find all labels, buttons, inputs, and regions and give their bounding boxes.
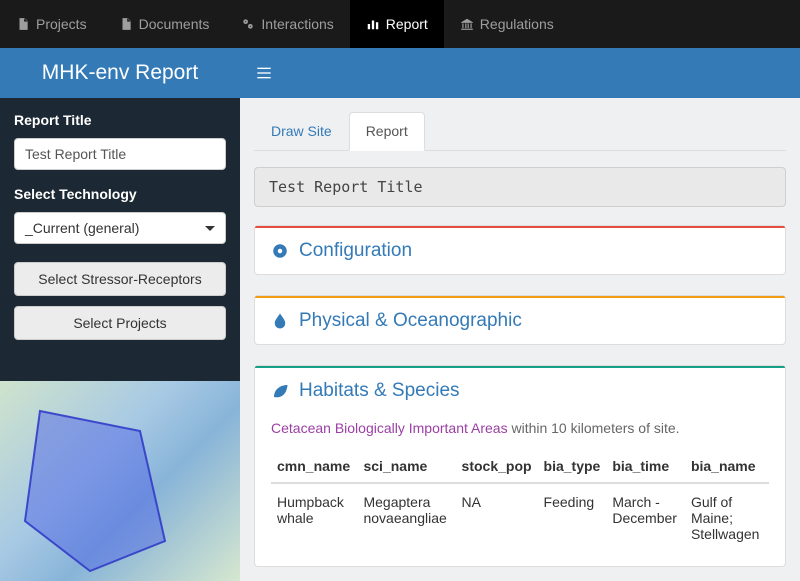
cell-stock-pop: NA	[456, 483, 538, 552]
leaf-icon	[271, 382, 289, 400]
topnav-label: Report	[386, 16, 428, 32]
tabs: Draw Site Report	[254, 112, 786, 151]
table-row: Humpback whale Megaptera novaeangliae NA…	[271, 483, 769, 552]
technology-select[interactable]: _Current (general)	[14, 212, 226, 244]
cell-sci-name: Megaptera novaeangliae	[357, 483, 455, 552]
section-configuration: Configuration	[254, 225, 786, 275]
topnav: Projects Documents Interactions Report R…	[0, 0, 800, 48]
file-icon	[119, 17, 133, 31]
technology-selected: _Current (general)	[25, 220, 139, 236]
topnav-label: Interactions	[261, 16, 333, 32]
tab-draw-site[interactable]: Draw Site	[254, 112, 349, 150]
bia-description: Cetacean Biologically Important Areas wi…	[271, 420, 769, 436]
section-title: Habitats & Species	[299, 380, 460, 402]
section-title: Configuration	[299, 240, 412, 262]
section-physical-header[interactable]: Physical & Oceanographic	[255, 298, 785, 344]
col-cmn-name: cmn_name	[271, 450, 357, 483]
topnav-interactions[interactable]: Interactions	[225, 0, 349, 48]
topnav-documents[interactable]: Documents	[103, 0, 226, 48]
cell-bia-time: March - December	[606, 483, 685, 552]
chevron-down-icon	[205, 226, 215, 231]
section-habitats-header[interactable]: Habitats & Species	[255, 368, 785, 414]
col-bia-time: bia_time	[606, 450, 685, 483]
cell-bia-type: Feeding	[538, 483, 607, 552]
map-polygon	[20, 401, 200, 581]
cell-bia-name: Gulf of Maine; Stellwagen	[685, 483, 769, 552]
select-stressor-receptors-button[interactable]: Select Stressor-Receptors	[14, 262, 226, 296]
cell-cmn-name: Humpback whale	[271, 483, 357, 552]
section-title: Physical & Oceanographic	[299, 310, 522, 332]
bia-table: cmn_name sci_name stock_pop bia_type bia…	[271, 450, 769, 552]
col-bia-name: bia_name	[685, 450, 769, 483]
chart-icon	[366, 17, 380, 31]
col-sci-name: sci_name	[357, 450, 455, 483]
topnav-label: Regulations	[480, 16, 554, 32]
section-habitats-body: Cetacean Biologically Important Areas wi…	[255, 414, 785, 566]
report-title-label: Report Title	[14, 112, 226, 128]
topnav-report[interactable]: Report	[350, 0, 444, 48]
map-thumbnail[interactable]	[0, 381, 240, 581]
tab-report[interactable]: Report	[349, 112, 425, 151]
topnav-regulations[interactable]: Regulations	[444, 0, 570, 48]
subheader: MHK-env Report	[0, 48, 800, 98]
bank-icon	[460, 17, 474, 31]
col-stock-pop: stock_pop	[456, 450, 538, 483]
main-panel: Draw Site Report Test Report Title Confi…	[240, 98, 800, 581]
topnav-label: Projects	[36, 16, 87, 32]
gears-icon	[241, 17, 255, 31]
section-configuration-header[interactable]: Configuration	[255, 228, 785, 274]
app-title: MHK-env Report	[0, 61, 240, 85]
report-title-input[interactable]	[14, 138, 226, 170]
gear-icon	[271, 242, 289, 260]
droplet-icon	[271, 312, 289, 330]
bia-link[interactable]: Cetacean Biologically Important Areas	[271, 420, 508, 436]
col-bia-type: bia_type	[538, 450, 607, 483]
bia-suffix: within 10 kilometers of site.	[508, 420, 680, 436]
technology-label: Select Technology	[14, 186, 226, 202]
hamburger-icon[interactable]	[240, 65, 288, 81]
report-title-preview: Test Report Title	[254, 167, 786, 207]
topnav-projects[interactable]: Projects	[0, 0, 103, 48]
topnav-label: Documents	[139, 16, 210, 32]
sidebar: Report Title Select Technology _Current …	[0, 98, 240, 581]
section-habitats: Habitats & Species Cetacean Biologically…	[254, 365, 786, 567]
select-projects-button[interactable]: Select Projects	[14, 306, 226, 340]
section-physical: Physical & Oceanographic	[254, 295, 786, 345]
file-icon	[16, 17, 30, 31]
